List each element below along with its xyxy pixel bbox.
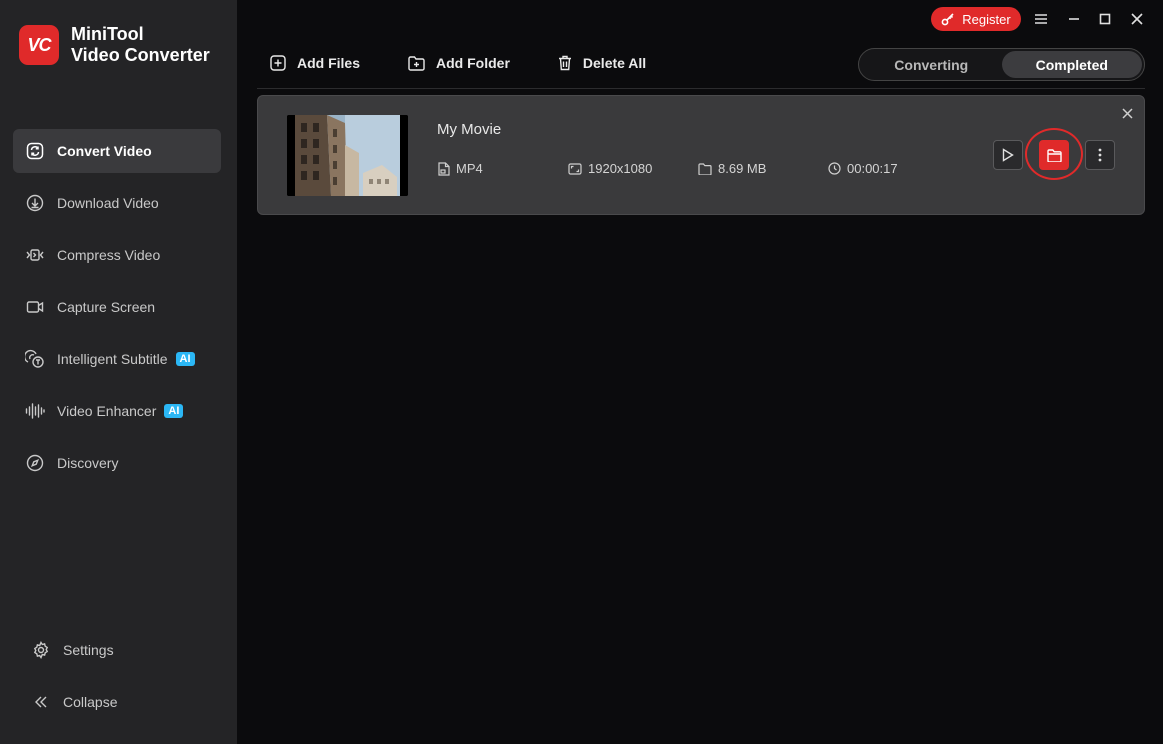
camera-icon (24, 296, 46, 318)
clock-icon (828, 162, 841, 175)
app-name-line2: Video Converter (71, 45, 210, 65)
convert-icon (24, 140, 46, 162)
close-icon (1131, 13, 1143, 25)
brand: VC MiniTool Video Converter (19, 24, 210, 66)
open-folder-button[interactable] (1039, 140, 1069, 170)
sidebar-item-label: Capture Screen (57, 299, 156, 315)
play-icon (1002, 148, 1014, 162)
file-resolution-value: 1920x1080 (588, 161, 653, 176)
logo-text: VC (27, 34, 51, 55)
download-icon (24, 192, 46, 214)
more-vertical-icon (1098, 148, 1102, 162)
sidebar-item-label: Convert Video (57, 143, 152, 159)
app-name-line1: MiniTool (71, 24, 144, 44)
double-chevron-left-icon (31, 692, 51, 712)
toolbar: Add Files Add Folder Delete All (270, 55, 694, 71)
file-duration-value: 00:00:17 (847, 161, 898, 176)
sidebar-item-label: Discovery (57, 455, 119, 471)
play-button[interactable] (993, 140, 1023, 170)
sidebar-item-convert-video[interactable]: Convert Video (13, 129, 221, 173)
tab-converting[interactable]: Converting (861, 51, 1002, 78)
subtitle-icon (24, 348, 46, 370)
gear-icon (31, 640, 51, 660)
more-options-button[interactable] (1085, 140, 1115, 170)
sidebar-nav: Convert Video Download Video Compress Vi… (13, 129, 221, 493)
sidebar-item-compress-video[interactable]: Compress Video (13, 233, 221, 277)
file-format-value: MP4 (456, 161, 483, 176)
sidebar-item-label: Intelligent Subtitle (57, 351, 168, 367)
app-logo: VC (19, 25, 59, 65)
collapse-button[interactable]: Collapse (31, 692, 117, 712)
trash-icon (558, 55, 571, 71)
file-card: My Movie MP4 1920x1080 8.69 MB 00:00:17 (257, 95, 1145, 215)
tab-completed[interactable]: Completed (1001, 51, 1142, 78)
menu-button[interactable] (1030, 8, 1052, 30)
remove-file-button[interactable] (1119, 105, 1135, 121)
sidebar-item-discovery[interactable]: Discovery (13, 441, 221, 485)
compass-icon (24, 452, 46, 474)
file-title: My Movie (437, 121, 502, 138)
status-tabs: Converting Completed (858, 48, 1145, 81)
add-file-icon (270, 55, 286, 71)
folder-icon (698, 162, 712, 175)
app-name: MiniTool Video Converter (71, 24, 210, 66)
minimize-icon (1069, 18, 1079, 20)
close-window-button[interactable] (1126, 8, 1148, 30)
settings-label: Settings (63, 642, 114, 658)
folder-icon (1046, 148, 1062, 162)
add-folder-button[interactable]: Add Folder (408, 55, 510, 71)
hamburger-icon (1035, 14, 1047, 24)
add-folder-label: Add Folder (436, 55, 510, 71)
add-files-label: Add Files (297, 55, 361, 71)
compress-icon (24, 244, 46, 266)
ai-badge: AI (164, 404, 184, 418)
register-button[interactable]: Register (931, 7, 1021, 31)
file-size: 8.69 MB (698, 161, 766, 176)
waveform-icon (24, 400, 46, 422)
add-files-button[interactable]: Add Files (270, 55, 360, 71)
close-icon (1121, 107, 1133, 119)
delete-all-button[interactable]: Delete All (558, 55, 646, 71)
delete-all-label: Delete All (582, 55, 647, 71)
settings-button[interactable]: Settings (31, 640, 114, 660)
sidebar-item-intelligent-subtitle[interactable]: Intelligent Subtitle AI (13, 337, 221, 381)
register-label: Register (962, 11, 1011, 27)
sidebar-item-label: Download Video (57, 195, 159, 211)
collapse-label: Collapse (63, 694, 118, 710)
file-resolution: 1920x1080 (568, 161, 652, 176)
minimize-button[interactable] (1063, 8, 1085, 30)
maximize-button[interactable] (1094, 8, 1116, 30)
maximize-icon (1099, 13, 1111, 25)
add-folder-icon (408, 55, 425, 71)
toolbar-divider (257, 88, 1145, 89)
resolution-icon (568, 162, 582, 175)
video-thumbnail[interactable] (287, 115, 408, 196)
sidebar: VC MiniTool Video Converter Convert Vide… (0, 0, 237, 744)
sidebar-item-video-enhancer[interactable]: Video Enhancer AI (13, 389, 221, 433)
key-icon (941, 13, 954, 26)
sidebar-item-label: Compress Video (57, 247, 161, 263)
file-format: MP4 (438, 161, 483, 176)
file-icon (438, 161, 450, 176)
sidebar-item-label: Video Enhancer (57, 403, 157, 419)
sidebar-item-capture-screen[interactable]: Capture Screen (13, 285, 221, 329)
file-size-value: 8.69 MB (718, 161, 767, 176)
sidebar-item-download-video[interactable]: Download Video (13, 181, 221, 225)
ai-badge: AI (175, 352, 195, 366)
file-duration: 00:00:17 (828, 161, 898, 176)
